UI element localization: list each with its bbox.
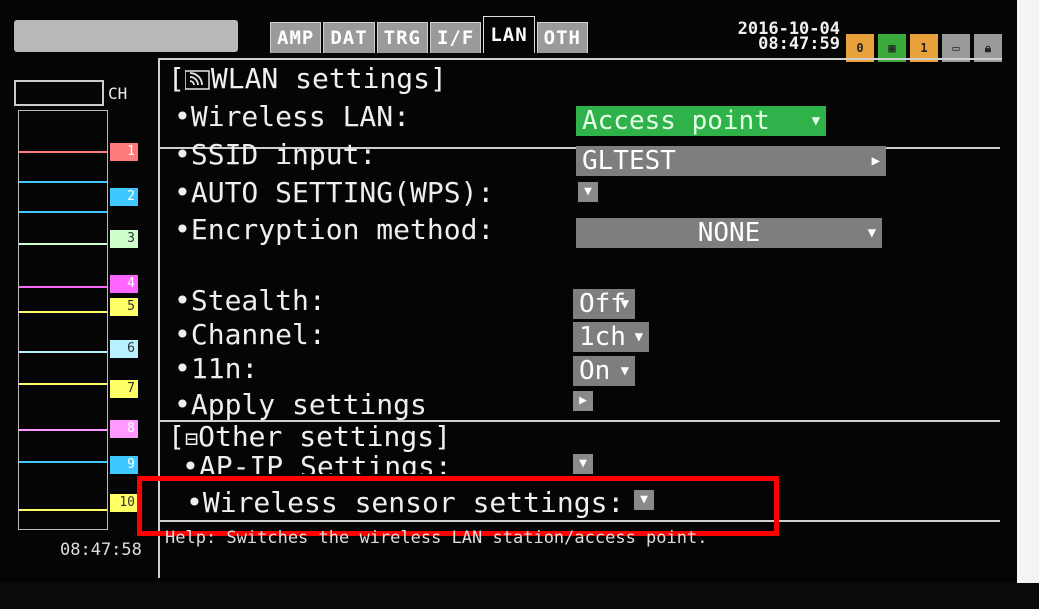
wlan-header-text: WLAN settings] (210, 62, 447, 95)
trace-11 (19, 509, 107, 511)
stealth-select[interactable]: Off ▼ (573, 289, 635, 319)
channel-10[interactable]: 10 (110, 494, 138, 512)
tab-oth[interactable]: OTH (536, 22, 588, 53)
channel-6[interactable]: 6 (110, 340, 138, 358)
left-time: 08:47:58 (60, 540, 142, 560)
ssid-label: •SSID input: (174, 138, 377, 171)
trace-8 (19, 383, 107, 385)
wps-label: •AUTO SETTING(WPS): (174, 176, 495, 209)
tab-dat[interactable]: DAT (323, 22, 375, 53)
clock: 2016-10-04 08:47:59 (708, 21, 840, 54)
channel-box (14, 80, 104, 106)
channel-1[interactable]: 1 (110, 143, 138, 161)
trace-3 (19, 211, 107, 213)
tab-amp[interactable]: AMP (270, 22, 322, 53)
waveform-strip (18, 110, 108, 530)
ch-label: CH (108, 84, 128, 103)
11n-select[interactable]: On ▼ (573, 356, 635, 386)
channel-value: 1ch (579, 322, 626, 352)
ap-ip-button[interactable]: ▼ (573, 454, 593, 474)
apply-settings-button[interactable]: ▶ (573, 391, 593, 411)
trace-6 (19, 311, 107, 313)
tab-lan[interactable]: LAN (483, 16, 535, 53)
highlight-box (137, 476, 779, 536)
channel-3[interactable]: 3 (110, 230, 138, 248)
trace-4 (19, 243, 107, 245)
title-bar (14, 20, 238, 52)
trace-10 (19, 461, 107, 463)
wps-button[interactable]: ▼ (578, 182, 598, 202)
channel-4[interactable]: 4 (110, 275, 138, 293)
other-section-header: [⊟Other settings] (168, 420, 451, 453)
dropdown-arrow-icon: ▼ (620, 296, 629, 312)
channel-2[interactable]: 2 (110, 188, 138, 206)
encryption-select[interactable]: NONE ▼ (576, 218, 882, 248)
trace-5 (19, 286, 107, 288)
dropdown-arrow-icon: ▼ (620, 363, 629, 379)
trace-1 (19, 151, 107, 153)
stealth-label: •Stealth: (174, 284, 326, 317)
help-text: Help: Switches the wireless LAN station/… (165, 528, 708, 548)
dropdown-arrow-icon: ▼ (811, 113, 820, 129)
apply-settings-label: •Apply settings (174, 388, 427, 421)
ssid-input[interactable]: GLTEST ▶ (576, 146, 886, 176)
11n-label: •11n: (174, 352, 259, 385)
channel-select[interactable]: 1ch ▼ (573, 322, 649, 352)
11n-value: On (579, 356, 611, 386)
screen-bezel-bottom (0, 583, 1039, 609)
channel-8[interactable]: 8 (110, 420, 138, 438)
other-header-text: Other settings] (198, 420, 451, 453)
bracket: [ (168, 62, 185, 95)
screen-bezel (1017, 0, 1039, 609)
ap-ip-label: •AP-IP Settings: (182, 450, 452, 474)
encryption-label: •Encryption method: (174, 213, 495, 246)
list-icon: ⊟ (184, 427, 199, 452)
dropdown-arrow-icon: ▼ (634, 329, 643, 345)
channel-7[interactable]: 7 (110, 380, 138, 398)
stealth-value: Off (579, 289, 626, 319)
channel-label: •Channel: (174, 318, 326, 351)
wlan-section-header: [ WLAN settings] (168, 62, 447, 95)
wifi-icon (184, 70, 210, 90)
settings-tabs: AMP DAT TRG I/F LAN OTH (270, 16, 588, 53)
encryption-value: NONE (697, 218, 761, 248)
time-text: 08:47:59 (758, 34, 840, 54)
expand-arrow-icon: ▶ (871, 153, 880, 169)
wireless-lan-label: •Wireless LAN: (174, 100, 411, 133)
wireless-lan-select[interactable]: Access point ▼ (576, 106, 826, 136)
trace-9 (19, 429, 107, 431)
channel-5[interactable]: 5 (110, 298, 138, 316)
trace-2 (19, 181, 107, 183)
ssid-value: GLTEST (582, 146, 676, 176)
tab-if[interactable]: I/F (429, 22, 482, 53)
trace-7 (19, 351, 107, 353)
bracket: [ (168, 420, 185, 453)
tab-trg[interactable]: TRG (376, 22, 428, 53)
wireless-lan-value: Access point (582, 106, 770, 136)
dropdown-arrow-icon: ▼ (867, 225, 876, 241)
channel-9[interactable]: 9 (110, 456, 138, 474)
